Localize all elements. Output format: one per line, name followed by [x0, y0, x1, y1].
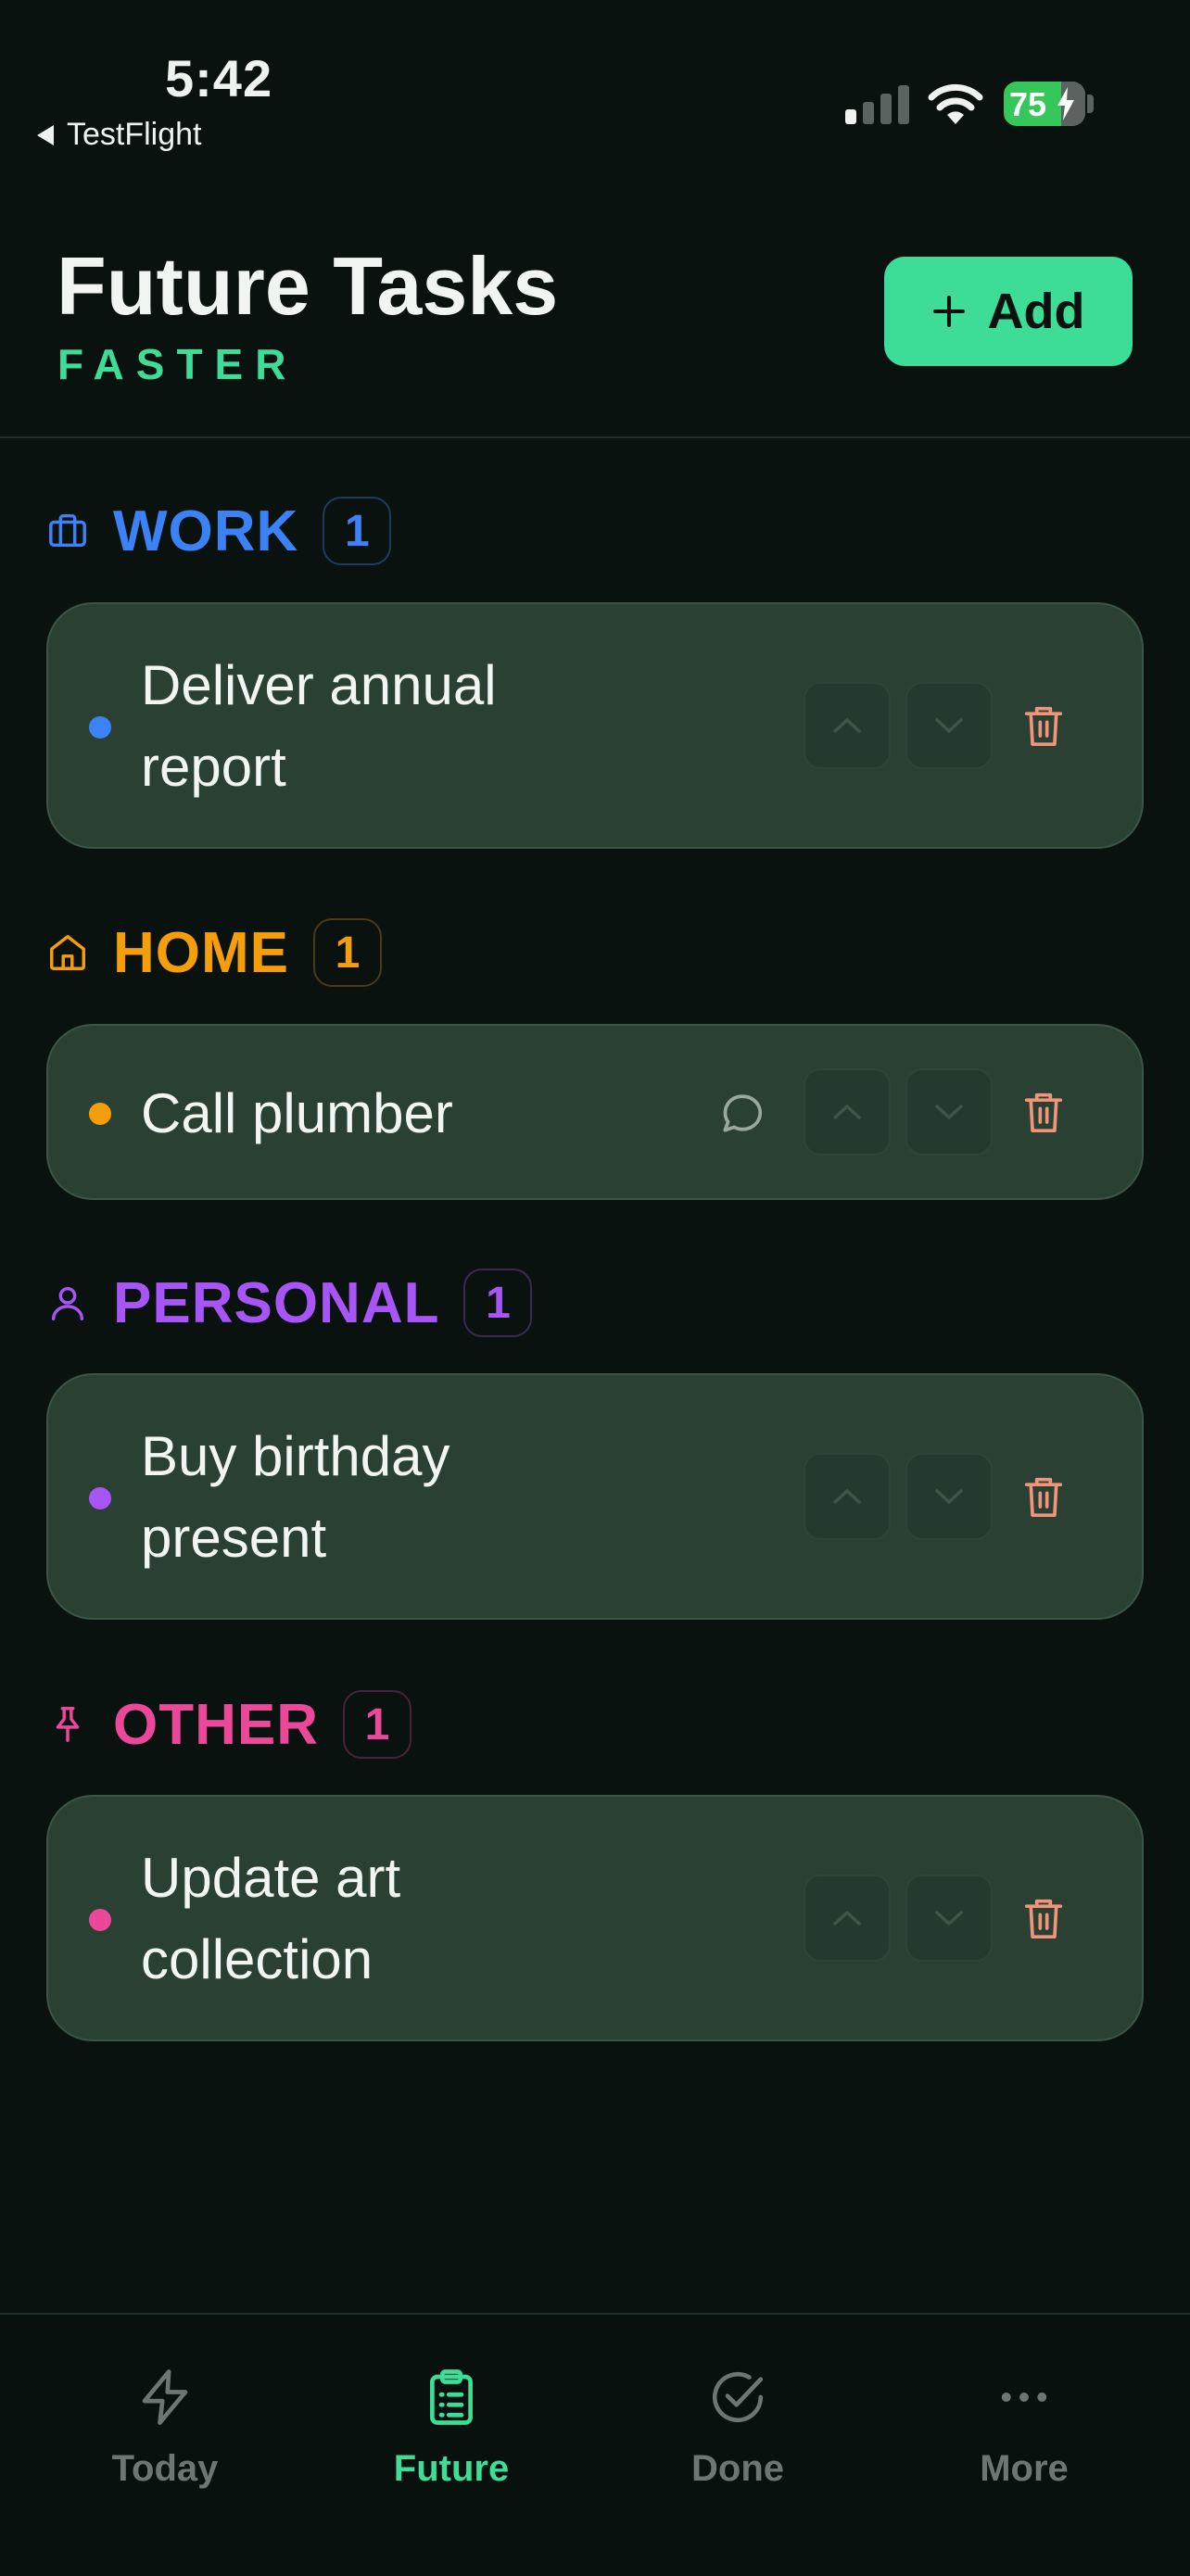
tab-more[interactable]: More [885, 2363, 1163, 2490]
delete-button[interactable] [1016, 1890, 1071, 1946]
user-icon [44, 1280, 91, 1326]
wifi-icon [928, 83, 983, 124]
section-title: PERSONAL [113, 1270, 440, 1335]
trash-icon [1024, 706, 1063, 746]
move-down-button[interactable] [905, 1875, 993, 1962]
task-title-line: Call plumber [141, 1082, 453, 1144]
more-icon [990, 2363, 1058, 2431]
clipboard-icon [417, 2363, 486, 2431]
tab-label: Future [393, 2448, 510, 2489]
trash-icon [1024, 1092, 1063, 1132]
chevron-down-icon [935, 1489, 963, 1504]
category-dot [89, 1487, 111, 1509]
task-title-line: Deliver annual [141, 654, 497, 716]
battery-percent: 75 [1009, 85, 1047, 123]
status-time: 5:42 [165, 49, 273, 107]
delete-button[interactable] [1016, 1469, 1071, 1524]
tab-today[interactable]: Today [26, 2363, 304, 2490]
task-card[interactable]: Call plumber [46, 1024, 1144, 1200]
move-up-button[interactable] [804, 1453, 891, 1540]
move-up-button[interactable] [804, 1068, 891, 1155]
section-title: HOME [113, 920, 289, 985]
page-header: Future Tasks FASTER Add [0, 167, 1190, 438]
delete-button[interactable] [1016, 1084, 1071, 1140]
trash-icon [1024, 1899, 1063, 1939]
trash-icon [1024, 1477, 1063, 1517]
move-down-button[interactable] [905, 1453, 993, 1540]
task-card[interactable]: Buy birthday present [46, 1373, 1144, 1620]
home-icon [44, 929, 91, 976]
charging-bolt-icon [1057, 87, 1074, 120]
page-subtitle: FASTER [57, 340, 298, 388]
battery-cap [1087, 95, 1094, 113]
cellular-signal-icon [845, 85, 909, 124]
count-badge: 1 [343, 1690, 411, 1759]
tab-label: Today [111, 2448, 219, 2489]
task-card[interactable]: Update art collection [46, 1795, 1144, 2041]
delete-button[interactable] [1016, 698, 1071, 753]
count-badge: 1 [323, 497, 392, 565]
chevron-up-icon [833, 1489, 861, 1504]
task-title-line: report [141, 736, 286, 798]
category-dot [89, 716, 111, 739]
add-button-label: Add [987, 284, 1085, 339]
bottom-tab-bar: Today Future Done More [0, 2313, 1190, 2576]
tab-label: Done [691, 2448, 784, 2489]
task-title: Update art collection [141, 1837, 400, 2001]
pin-icon [44, 1701, 91, 1748]
move-down-button[interactable] [905, 1068, 993, 1155]
task-title-line: Buy birthday [141, 1425, 450, 1487]
chevron-down-icon [935, 1105, 963, 1119]
comment-button[interactable] [715, 1086, 770, 1142]
chevron-up-icon [833, 1911, 861, 1926]
count-badge: 1 [463, 1269, 533, 1337]
tab-label: More [980, 2448, 1069, 2489]
task-card[interactable]: Deliver annual report [46, 602, 1144, 849]
section-header: OTHER 1 [44, 1687, 411, 1762]
category-dot [89, 1103, 111, 1125]
back-to-app-link[interactable]: TestFlight [37, 117, 202, 153]
move-down-button[interactable] [905, 682, 993, 769]
task-title-line: present [141, 1507, 327, 1569]
briefcase-icon [44, 508, 91, 554]
check-circle-icon [703, 2363, 772, 2431]
status-bar: 5:42 TestFlight 75 [0, 0, 1190, 167]
chevron-up-icon [833, 1105, 861, 1119]
chevron-up-icon [833, 718, 861, 733]
chevron-down-icon [935, 718, 963, 733]
tab-done[interactable]: Done [599, 2363, 877, 2490]
count-badge: 1 [313, 918, 382, 987]
category-dot [89, 1909, 111, 1931]
task-title: Buy birthday present [141, 1416, 450, 1579]
page-title: Future Tasks [57, 240, 559, 332]
section-header: WORK 1 [44, 494, 392, 568]
back-app-label: TestFlight [67, 117, 202, 152]
back-triangle-icon [37, 124, 54, 145]
task-title-line: Update art [141, 1847, 401, 1909]
section-header: HOME 1 [44, 915, 382, 990]
task-title-line: collection [141, 1928, 373, 1990]
plus-icon [932, 296, 965, 327]
move-up-button[interactable] [804, 682, 891, 769]
section-title: WORK [113, 499, 299, 563]
task-title: Deliver annual report [141, 645, 497, 808]
chevron-down-icon [935, 1911, 963, 1926]
lightning-icon [131, 2363, 199, 2431]
tab-future[interactable]: Future [312, 2363, 590, 2490]
add-task-button[interactable]: Add [884, 257, 1133, 366]
section-header: PERSONAL 1 [44, 1266, 533, 1340]
section-title: OTHER [113, 1692, 319, 1757]
comment-icon [723, 1094, 763, 1132]
battery-indicator: 75 [1004, 82, 1085, 126]
task-title: Call plumber [141, 1073, 453, 1155]
move-up-button[interactable] [804, 1875, 891, 1962]
